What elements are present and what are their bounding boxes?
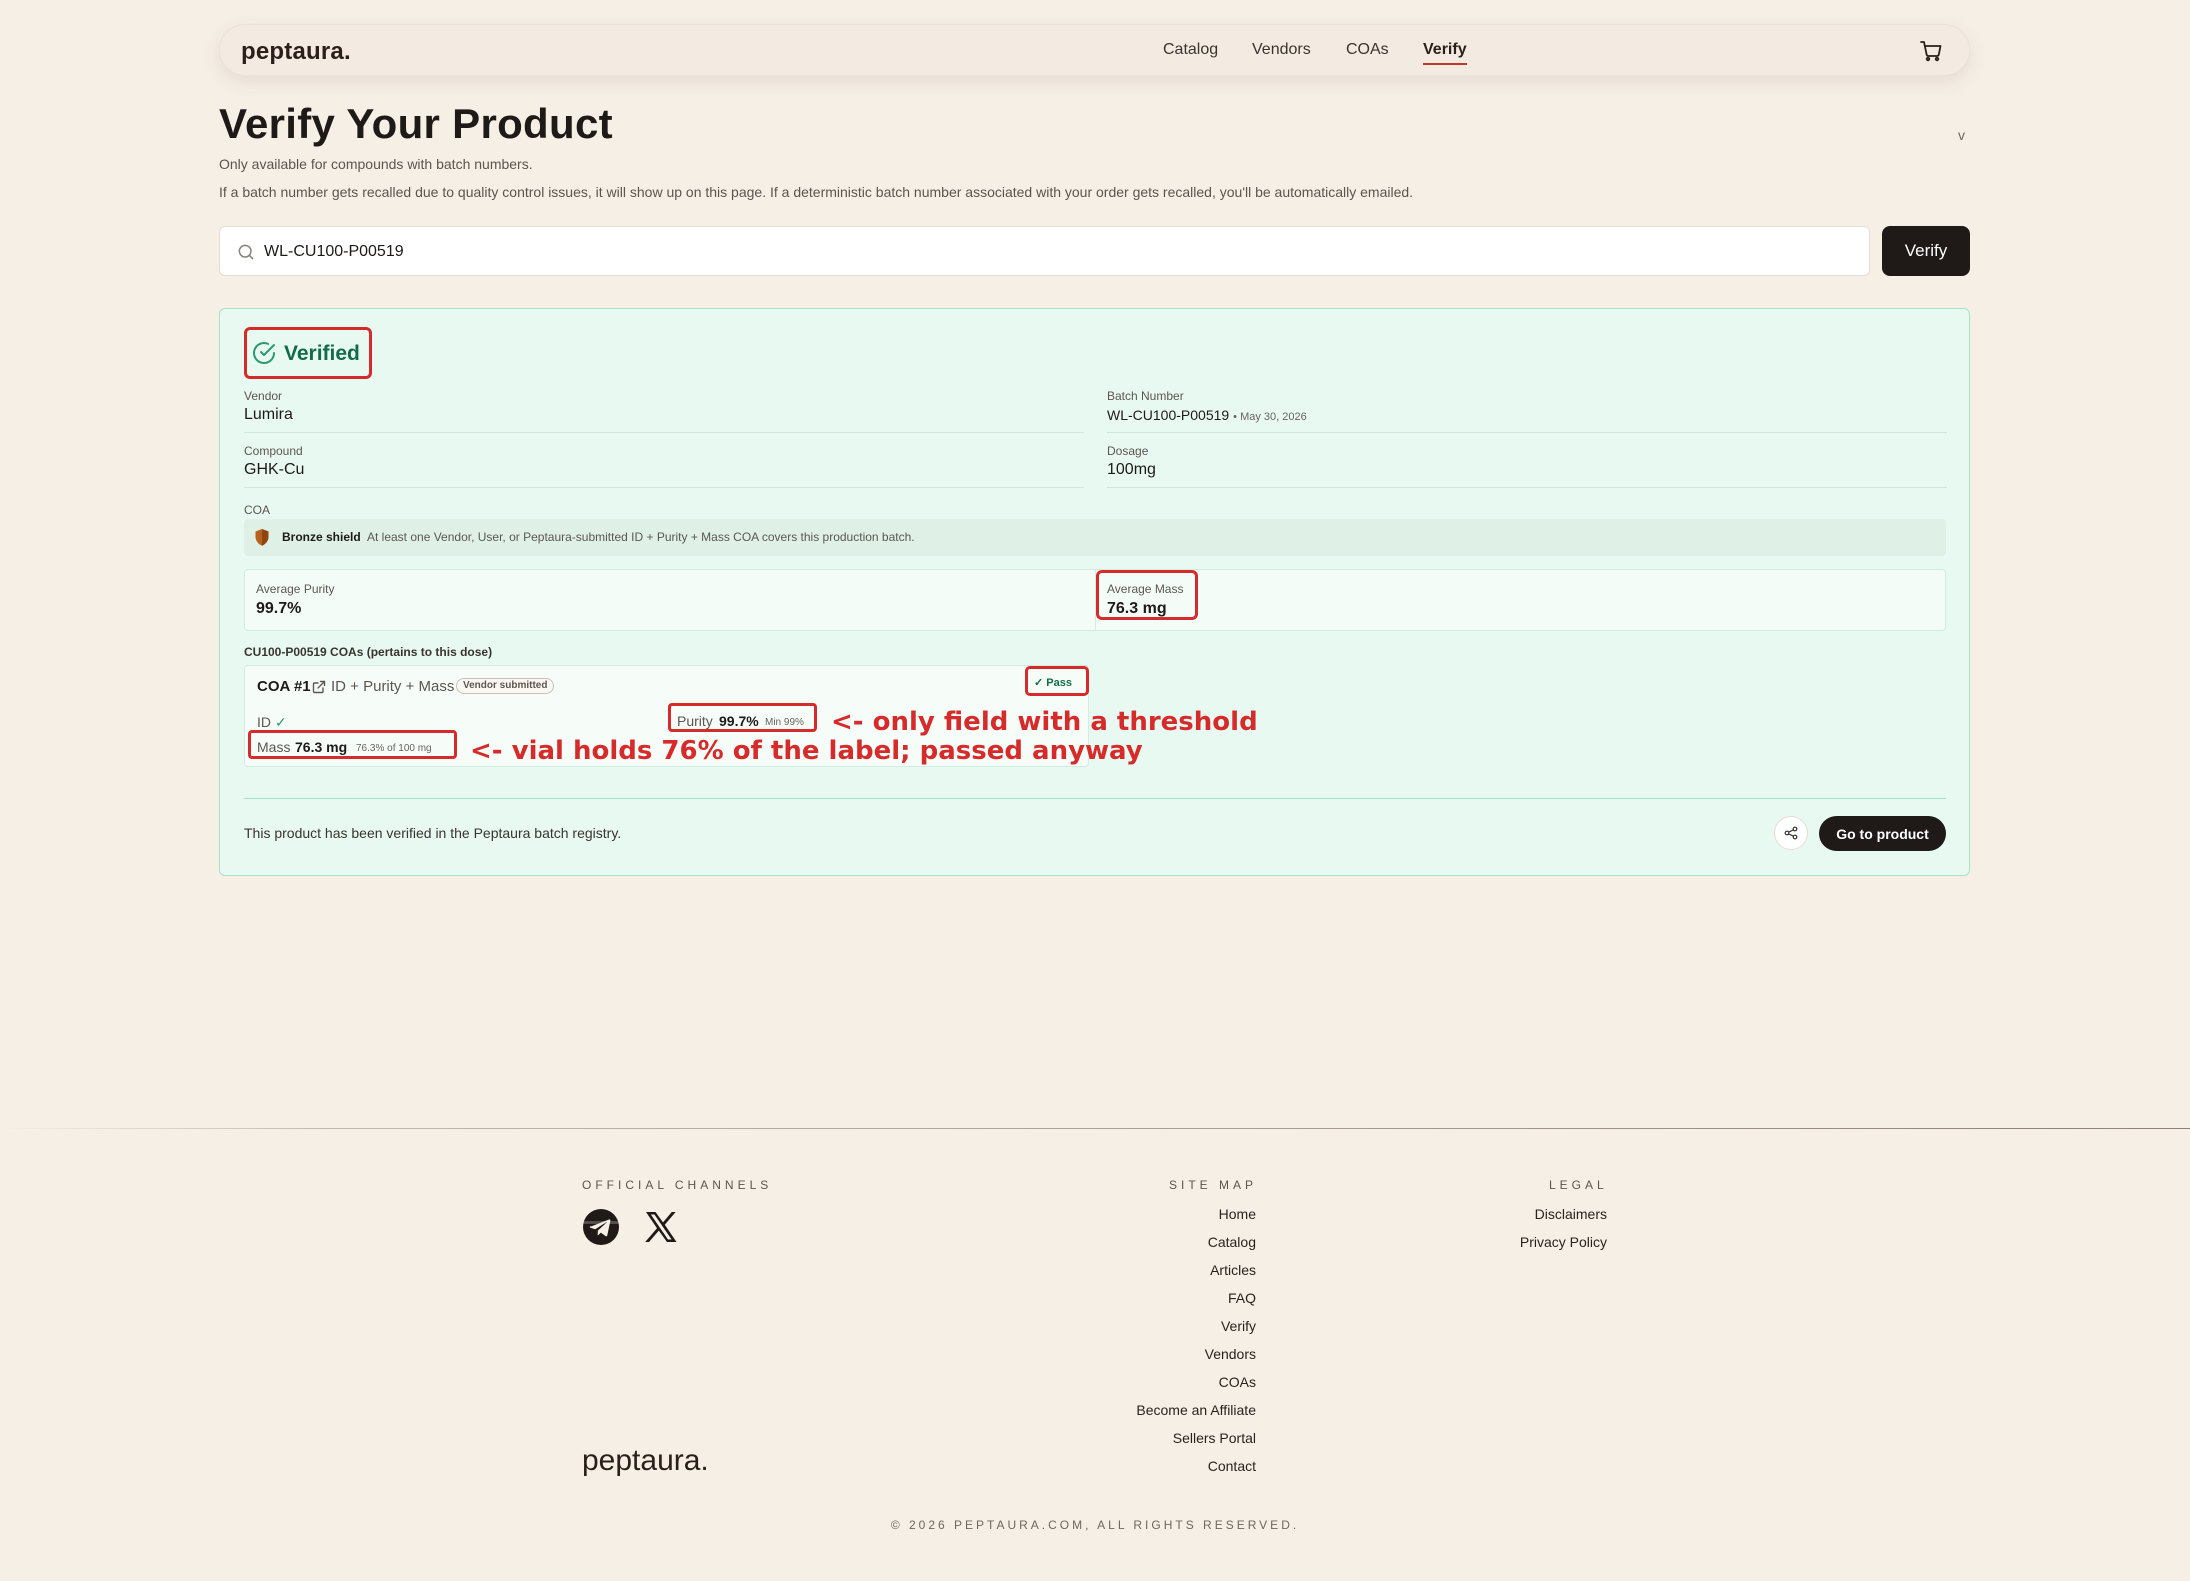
search-icon (238, 244, 254, 260)
shield-icon (255, 529, 269, 546)
page-subtitle: Only available for compounds with batch … (219, 156, 533, 172)
footer-link-home[interactable]: Home (1219, 1206, 1256, 1222)
id-test-row: ID ✓ (257, 714, 287, 731)
go-to-product-button[interactable]: Go to product (1819, 816, 1946, 851)
share-icon (1784, 826, 1798, 840)
footer-link-catalog[interactable]: Catalog (1208, 1234, 1256, 1250)
coa-section-title: CU100-P00519 COAs (pertains to this dose… (244, 645, 493, 659)
check-icon: ✓ (1034, 677, 1047, 689)
telegram-icon[interactable] (583, 1209, 619, 1245)
batch-date: • May 30, 2026 (1233, 411, 1307, 423)
vendor-value: Lumira (244, 406, 293, 423)
footer-link-contact[interactable]: Contact (1208, 1458, 1256, 1474)
dosage-value: 100mg (1107, 461, 1156, 478)
footer-link-coas[interactable]: COAs (1219, 1374, 1256, 1390)
batch-number-value-wrap: WL-CU100-P00519 • May 30, 2026 (1107, 407, 1307, 423)
footer-link-disclaimers[interactable]: Disclaimers (1535, 1206, 1607, 1222)
batch-number-field: Batch Number WL-CU100-P00519 • May 30, 20… (1107, 389, 1947, 433)
dosage-field: Dosage 100mg (1107, 444, 1947, 488)
footer-link-articles[interactable]: Articles (1210, 1262, 1256, 1278)
nav-link-vendors[interactable]: Vendors (1252, 41, 1311, 59)
purity-annotation: <- only field with a threshold (831, 707, 1258, 737)
recall-note: If a batch number gets recalled due to q… (219, 184, 1414, 200)
compound-label: Compound (244, 444, 303, 458)
footer-link-vendors[interactable]: Vendors (1205, 1346, 1256, 1362)
batch-number-input[interactable] (264, 239, 1844, 265)
id-label: ID (257, 714, 271, 730)
version-toggle[interactable]: v (1958, 127, 1965, 143)
verified-status: Verified (284, 342, 360, 365)
footer-link-become-affiliate[interactable]: Become an Affiliate (1136, 1402, 1256, 1418)
mass-highlight (248, 730, 457, 759)
verify-button[interactable]: Verify (1882, 226, 1970, 276)
card-divider (244, 798, 1946, 799)
legal-heading: LEGAL (1549, 1178, 1608, 1192)
averages-box: Average Purity 99.7% Average Mass 76.3 m… (244, 569, 1946, 631)
purity-highlight (668, 703, 817, 732)
footer-link-verify[interactable]: Verify (1221, 1318, 1256, 1334)
footer-brand-logo[interactable]: peptaura. (582, 1444, 709, 1478)
footer-link-sellers-portal[interactable]: Sellers Portal (1173, 1430, 1256, 1446)
copyright: © 2026 PEPTAURA.COM, ALL RIGHTS RESERVED… (890, 1518, 1300, 1532)
check-circle-icon (253, 342, 275, 365)
pass-label: Pass (1046, 677, 1072, 689)
dosage-label: Dosage (1107, 444, 1149, 458)
page-title: Verify Your Product (219, 100, 613, 147)
footer-link-faq[interactable]: FAQ (1228, 1290, 1256, 1306)
avg-mass-highlight (1096, 570, 1198, 620)
batch-number-value: WL-CU100-P00519 (1107, 407, 1230, 423)
footer-link-privacy-policy[interactable]: Privacy Policy (1520, 1234, 1607, 1250)
footer-divider (0, 1128, 2190, 1129)
avg-purity-value: 99.7% (256, 600, 302, 617)
batch-number-label: Batch Number (1107, 389, 1184, 403)
mass-annotation: <- vial holds 76% of the label; passed a… (470, 736, 1143, 766)
batch-search-box[interactable] (219, 226, 1870, 276)
pass-status: ✓ Pass (1034, 676, 1072, 689)
coa-label: COA (244, 503, 271, 517)
shield-description: At least one Vendor, User, or Peptaura-s… (367, 530, 915, 544)
coa-type: ID + Purity + Mass (331, 678, 455, 695)
shield-name: Bronze shield (282, 530, 361, 544)
check-icon: ✓ (275, 714, 287, 730)
x-icon[interactable] (643, 1209, 679, 1245)
shield-rating-bar: Bronze shield At least one Vendor, User,… (244, 519, 1946, 556)
site-map-heading: SITE MAP (1169, 1178, 1258, 1192)
vendor-label: Vendor (244, 389, 283, 403)
official-channels-heading: OFFICIAL CHANNELS (582, 1178, 773, 1192)
avg-purity-label: Average Purity (256, 582, 335, 596)
compound-field: Compound GHK-Cu (244, 444, 1084, 488)
nav-link-catalog[interactable]: Catalog (1163, 41, 1218, 59)
vendor-submitted-tag: Vendor submitted (456, 678, 555, 694)
vendor-field: Vendor Lumira (244, 389, 1084, 433)
top-navbar: peptaura. Catalog Vendors COAs Verify (219, 24, 1970, 76)
verification-result-card: Verified Vendor Lumira Batch Number WL-C… (219, 308, 1970, 876)
share-button[interactable] (1774, 816, 1808, 850)
pass-badge: ✓ Pass (1025, 666, 1089, 696)
external-link-icon[interactable] (312, 680, 326, 694)
compound-value: GHK-Cu (244, 461, 305, 478)
nav-link-coas[interactable]: COAs (1346, 41, 1389, 59)
brand-logo[interactable]: peptaura. (241, 38, 351, 66)
coa-name[interactable]: COA #1 (257, 678, 311, 695)
verified-badge: Verified (244, 327, 372, 379)
registry-note: This product has been verified in the Pe… (244, 825, 622, 841)
cart-icon[interactable] (1919, 39, 1943, 63)
nav-link-verify[interactable]: Verify (1423, 41, 1467, 65)
